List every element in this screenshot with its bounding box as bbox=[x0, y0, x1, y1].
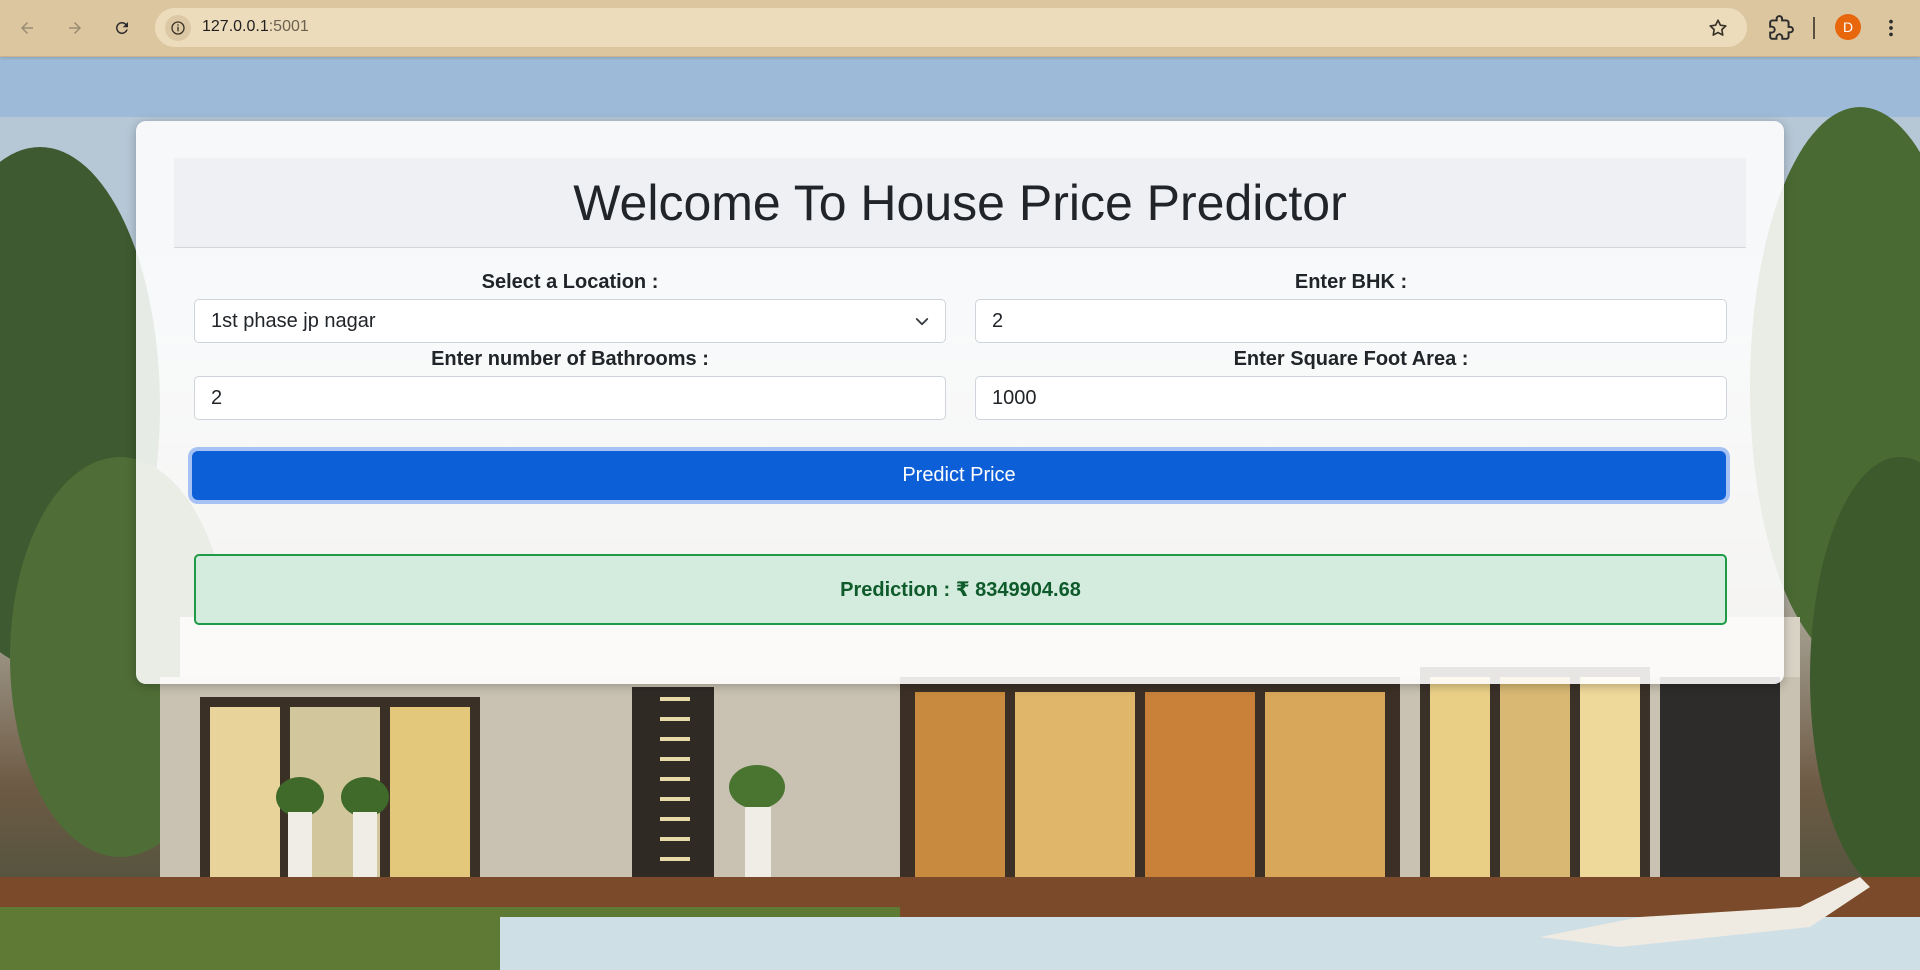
predict-price-button[interactable]: Predict Price bbox=[192, 451, 1726, 500]
address-bar[interactable]: 127.0.0.1:5001 bbox=[155, 8, 1747, 47]
toolbar-divider bbox=[1813, 17, 1815, 39]
bhk-input[interactable]: 2 bbox=[975, 299, 1727, 343]
back-button[interactable] bbox=[13, 14, 41, 42]
url-host: 127.0.0.1 bbox=[202, 18, 269, 35]
profile-avatar[interactable]: D bbox=[1835, 14, 1861, 40]
reload-icon bbox=[115, 21, 128, 34]
sqft-input[interactable]: 1000 bbox=[975, 376, 1727, 420]
url-text: 127.0.0.1:5001 bbox=[202, 18, 309, 36]
extensions-icon[interactable] bbox=[1768, 15, 1794, 41]
forward-arrow-icon bbox=[69, 22, 81, 34]
location-selected-value: 1st phase jp nagar bbox=[211, 310, 376, 332]
forward-button[interactable] bbox=[61, 14, 89, 42]
prediction-result: Prediction : ₹ 8349904.68 bbox=[194, 554, 1727, 625]
location-select[interactable]: 1st phase jp nagar bbox=[194, 299, 946, 343]
browser-toolbar: 127.0.0.1:5001 D bbox=[0, 0, 1920, 57]
sqft-label: Enter Square Foot Area : bbox=[1233, 348, 1469, 370]
kebab-menu-icon[interactable] bbox=[1880, 15, 1902, 41]
reload-button[interactable] bbox=[108, 14, 136, 42]
site-info-icon[interactable] bbox=[165, 15, 191, 41]
bhk-label: Enter BHK : bbox=[1294, 271, 1408, 293]
bookmark-star-icon[interactable] bbox=[1707, 17, 1729, 39]
predictor-card: Welcome To House Price Predictor Select … bbox=[136, 121, 1784, 684]
url-port: :5001 bbox=[268, 18, 309, 35]
bathrooms-label: Enter number of Bathrooms : bbox=[431, 348, 709, 370]
page-title: Welcome To House Price Predictor bbox=[573, 174, 1347, 231]
card-header: Welcome To House Price Predictor bbox=[174, 158, 1746, 248]
chevron-down-icon bbox=[915, 318, 929, 326]
location-label: Select a Location : bbox=[481, 271, 659, 293]
bathrooms-input[interactable]: 2 bbox=[194, 376, 946, 420]
back-arrow-icon bbox=[21, 22, 33, 34]
